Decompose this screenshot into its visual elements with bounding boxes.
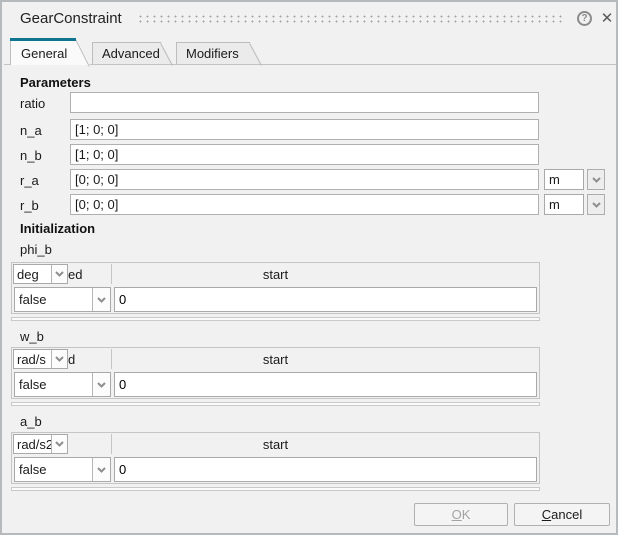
param-label-n_b: n_b	[20, 148, 42, 163]
header-separator	[111, 349, 112, 369]
a_b-start-input[interactable]	[114, 457, 537, 482]
chevron-down-icon	[51, 435, 67, 453]
group-label-w_b: w_b	[20, 329, 44, 344]
tab-label: Modifiers	[186, 46, 239, 61]
header-separator	[111, 264, 112, 284]
r_a-input[interactable]	[70, 169, 539, 190]
r_b-unit-dropdown-button[interactable]	[587, 194, 605, 215]
unit-value: deg	[14, 265, 51, 283]
chevron-down-icon	[51, 350, 67, 368]
ok-rest: K	[462, 507, 471, 522]
active-tab-indicator	[10, 38, 76, 41]
w_b-start-input[interactable]	[114, 372, 537, 397]
chevron-down-icon	[92, 373, 110, 396]
fixed-header-label-clipped: d	[68, 352, 75, 367]
table-footer-strip	[11, 487, 540, 491]
gearconstraint-dialog: GearConstraint ? ✕ General Advanced Modi…	[0, 0, 618, 535]
table-footer-strip	[11, 402, 540, 406]
group-label-a_b: a_b	[20, 414, 42, 429]
n_a-input[interactable]	[70, 119, 539, 140]
fixed-value: false	[15, 458, 92, 481]
cancel-accel: C	[542, 507, 551, 522]
param-label-n_a: n_a	[20, 123, 42, 138]
a_b-table: start rad/s2 false	[11, 432, 540, 484]
chevron-down-icon	[592, 177, 601, 183]
fixed-header-label-clipped: ed	[68, 267, 82, 282]
fixed-value: false	[15, 373, 92, 396]
ratio-input[interactable]	[70, 92, 539, 113]
r_b-input[interactable]	[70, 194, 539, 215]
chevron-down-icon	[51, 265, 67, 283]
w_b-fixed-combobox[interactable]: false	[14, 372, 111, 397]
a_b-fixed-combobox[interactable]: false	[14, 457, 111, 482]
phi_b-unit-combobox[interactable]: deg	[13, 264, 68, 284]
unit-value: m	[549, 172, 560, 187]
initialization-heading: Initialization	[20, 221, 95, 236]
tabbar-baseline	[4, 64, 616, 65]
phi_b-start-input[interactable]	[114, 287, 537, 312]
group-label-phi_b: phi_b	[20, 242, 52, 257]
n_b-input[interactable]	[70, 144, 539, 165]
table-footer-strip	[11, 317, 540, 321]
phi_b-fixed-combobox[interactable]: false	[14, 287, 111, 312]
start-column-header: start	[12, 267, 539, 282]
unit-value: m	[549, 197, 560, 212]
phi_b-table: start ed deg false	[11, 262, 540, 314]
fixed-value: false	[15, 288, 92, 311]
ok-accel: O	[452, 507, 462, 522]
drag-handle[interactable]	[137, 14, 565, 23]
ok-button[interactable]: OK	[414, 503, 508, 526]
start-column-header: start	[12, 437, 539, 452]
header-separator	[111, 434, 112, 454]
chevron-down-icon	[592, 202, 601, 208]
parameters-heading: Parameters	[20, 75, 91, 90]
a_b-unit-combobox[interactable]: rad/s2	[13, 434, 68, 454]
unit-value: rad/s	[14, 350, 51, 368]
unit-value: rad/s2	[14, 435, 51, 453]
question-glyph: ?	[581, 13, 587, 24]
param-label-r_a: r_a	[20, 173, 39, 188]
start-column-header: start	[12, 352, 539, 367]
tab-label: Advanced	[102, 46, 160, 61]
r_a-unit-combobox[interactable]: m	[544, 169, 584, 190]
r_b-unit-combobox[interactable]: m	[544, 194, 584, 215]
w_b-table: start d rad/s false	[11, 347, 540, 399]
tab-general[interactable]: General	[10, 38, 90, 65]
chevron-down-icon	[92, 458, 110, 481]
w_b-unit-combobox[interactable]: rad/s	[13, 349, 68, 369]
close-icon[interactable]: ✕	[598, 9, 616, 27]
r_a-unit-dropdown-button[interactable]	[587, 169, 605, 190]
cancel-button[interactable]: Cancel	[514, 503, 610, 526]
param-label-r_b: r_b	[20, 198, 39, 213]
chevron-down-icon	[92, 288, 110, 311]
dialog-title: GearConstraint	[20, 10, 122, 27]
param-label-ratio: ratio	[20, 96, 45, 111]
help-icon[interactable]: ?	[577, 11, 592, 26]
cancel-rest: ancel	[551, 507, 582, 522]
tab-label: General	[21, 46, 67, 61]
